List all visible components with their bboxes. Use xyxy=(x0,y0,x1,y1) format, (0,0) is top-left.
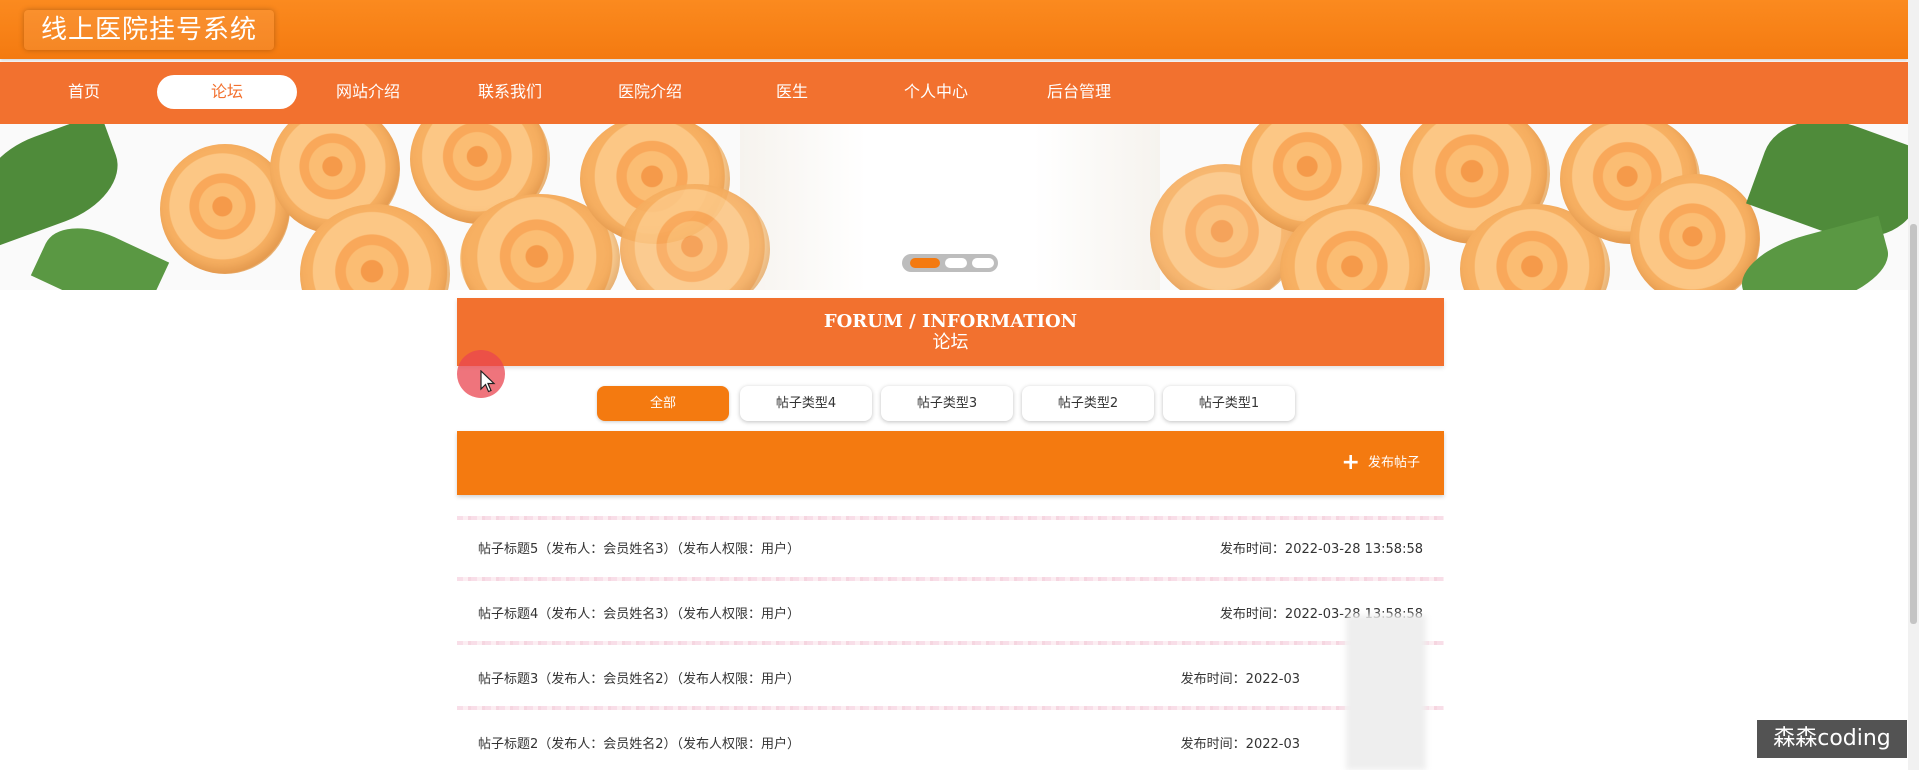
plus-icon: + xyxy=(1341,450,1360,475)
rose-decoration xyxy=(1630,174,1760,290)
category-tab-type4[interactable]: 帖子类型4 xyxy=(740,386,872,421)
scrollbar-thumb[interactable] xyxy=(1910,224,1917,624)
nav-item-hospital-intro[interactable]: 医院介绍 xyxy=(580,75,720,109)
nav-item-doctor[interactable]: 医生 xyxy=(722,75,862,109)
category-tab-type2[interactable]: 帖子类型2 xyxy=(1022,386,1154,421)
blurred-region xyxy=(1346,615,1426,770)
page: 线上医院挂号系统 首页 论坛 网站介绍 联系我们 医院介绍 医生 个人中心 后台… xyxy=(0,0,1919,770)
nav-item-forum[interactable]: 论坛 xyxy=(157,75,297,109)
nav-item-site-intro[interactable]: 网站介绍 xyxy=(298,75,438,109)
page-scrollbar[interactable] xyxy=(1908,0,1919,770)
leaf-decoration xyxy=(0,124,132,246)
post-title[interactable]: 帖子标题4（发布人：会员姓名3）（发布人权限：用户） xyxy=(478,603,800,622)
nav-item-contact[interactable]: 联系我们 xyxy=(440,75,580,109)
nav-item-personal-center[interactable]: 个人中心 xyxy=(866,75,1006,109)
forum-title-cn: 论坛 xyxy=(932,332,969,353)
carousel-indicators xyxy=(902,254,998,272)
list-item[interactable]: 帖子标题2（发布人：会员姓名2）（发布人权限：用户） 发布时间：2022-03 xyxy=(457,725,1444,765)
category-tab-type3[interactable]: 帖子类型3 xyxy=(881,386,1013,421)
publish-post-label: 发布帖子 xyxy=(1367,455,1420,471)
list-item[interactable]: 帖子标题4（发布人：会员姓名3）（发布人权限：用户） 发布时间：2022-03-… xyxy=(457,595,1444,635)
list-item[interactable]: 帖子标题3（发布人：会员姓名2）（发布人权限：用户） 发布时间：2022-03 xyxy=(457,660,1444,700)
carousel-dot[interactable] xyxy=(972,258,994,268)
watermark: 森森coding xyxy=(1757,720,1907,758)
divider xyxy=(457,577,1444,581)
banner-carousel[interactable] xyxy=(0,124,1908,290)
post-time: 发布时间：2022-03-28 13:58:58 xyxy=(1219,542,1423,557)
publish-post-button[interactable]: + 发布帖子 xyxy=(1342,451,1420,475)
post-title[interactable]: 帖子标题3（发布人：会员姓名2）（发布人权限：用户） xyxy=(478,668,800,687)
site-title[interactable]: 线上医院挂号系统 xyxy=(24,10,274,50)
post-title[interactable]: 帖子标题2（发布人：会员姓名2）（发布人权限：用户） xyxy=(478,733,800,752)
category-tab-type1[interactable]: 帖子类型1 xyxy=(1163,386,1295,421)
publish-bar: + 发布帖子 xyxy=(457,431,1444,495)
forum-title-en: FORUM / INFORMATION xyxy=(823,311,1078,332)
nav-item-admin[interactable]: 后台管理 xyxy=(1009,75,1149,109)
carousel-dot[interactable] xyxy=(910,258,940,268)
category-tab-all[interactable]: 全部 xyxy=(597,386,729,421)
list-item[interactable]: 帖子标题5（发布人：会员姓名3）（发布人权限：用户） 发布时间：2022-03-… xyxy=(457,530,1444,570)
post-title[interactable]: 帖子标题5（发布人：会员姓名3）（发布人权限：用户） xyxy=(478,538,800,557)
post-time: 发布时间：2022-03 xyxy=(1180,672,1300,687)
nav-item-home[interactable]: 首页 xyxy=(14,75,154,109)
forum-heading: FORUM / INFORMATION 论坛 xyxy=(457,298,1444,366)
mouse-cursor-icon xyxy=(480,370,496,393)
top-header: 线上医院挂号系统 xyxy=(0,0,1908,59)
divider xyxy=(457,516,1444,520)
divider xyxy=(457,706,1444,710)
carousel-dot[interactable] xyxy=(945,258,967,268)
main-nav: 首页 论坛 网站介绍 联系我们 医院介绍 医生 个人中心 后台管理 xyxy=(0,62,1908,124)
post-time: 发布时间：2022-03 xyxy=(1180,737,1300,752)
divider xyxy=(457,641,1444,645)
